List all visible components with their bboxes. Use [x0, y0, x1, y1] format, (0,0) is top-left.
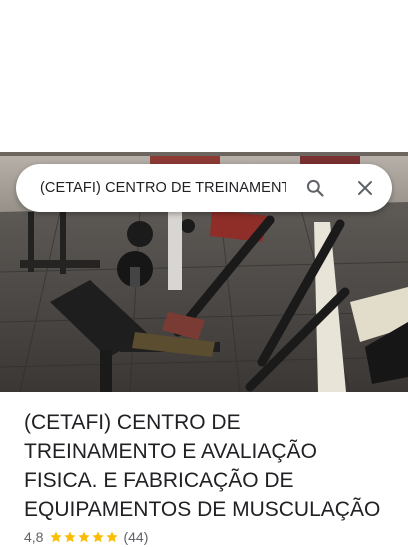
star-rating	[49, 530, 119, 544]
star-icon	[64, 531, 77, 543]
star-icon	[106, 531, 119, 543]
star-icon	[92, 531, 105, 543]
place-title: (CETAFI) CENTRO DE TREINAMENTO E AVALIAÇ…	[24, 411, 381, 521]
clear-search-button[interactable]	[353, 176, 377, 200]
rating-value: 4,8	[24, 529, 44, 545]
search-bar[interactable]: (CETAFI) CENTRO DE TREINAMENTO E AVALIAÇ…	[16, 164, 392, 212]
search-query-text[interactable]: (CETAFI) CENTRO DE TREINAMENTO E AVALIAÇ…	[40, 180, 286, 196]
rating-row[interactable]: 4,8 (44)	[24, 527, 148, 547]
search-button[interactable]	[303, 176, 327, 200]
review-count: (44)	[123, 529, 149, 545]
star-icon	[78, 531, 91, 543]
star-icon	[50, 531, 63, 543]
close-icon	[358, 181, 372, 195]
search-icon	[306, 179, 324, 197]
